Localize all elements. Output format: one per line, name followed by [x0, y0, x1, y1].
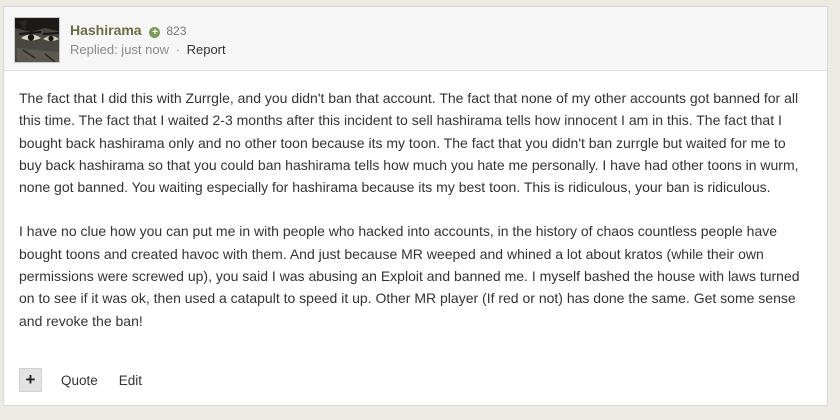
- avatar-image: [15, 18, 59, 62]
- post-meta: Replied: just now · Report: [70, 42, 226, 58]
- post-paragraph: I have no clue how you can put me in wit…: [19, 223, 800, 329]
- post-paragraph: The fact that I did this with Zurrgle, a…: [19, 90, 799, 196]
- edit-button[interactable]: Edit: [119, 373, 142, 388]
- plus-one-button[interactable]: +: [19, 368, 42, 392]
- author-name[interactable]: Hashirama: [70, 22, 142, 38]
- author-line: Hashirama + 823: [70, 21, 186, 40]
- meta-separator: ·: [175, 42, 180, 57]
- quote-button[interactable]: Quote: [61, 373, 98, 388]
- forum-post: Hashirama + 823 Replied: just now · Repo…: [3, 6, 828, 406]
- report-link[interactable]: Report: [187, 42, 226, 57]
- avatar[interactable]: [14, 17, 60, 63]
- reputation-count: 823: [166, 24, 187, 38]
- replied-timestamp: Replied: just now: [70, 42, 169, 57]
- post-body: The fact that I did this with Zurrgle, a…: [19, 87, 809, 354]
- plus-circle-icon: +: [149, 27, 161, 38]
- post-footer: + Quote Edit: [19, 368, 163, 392]
- post-header: Hashirama + 823 Replied: just now · Repo…: [4, 7, 827, 71]
